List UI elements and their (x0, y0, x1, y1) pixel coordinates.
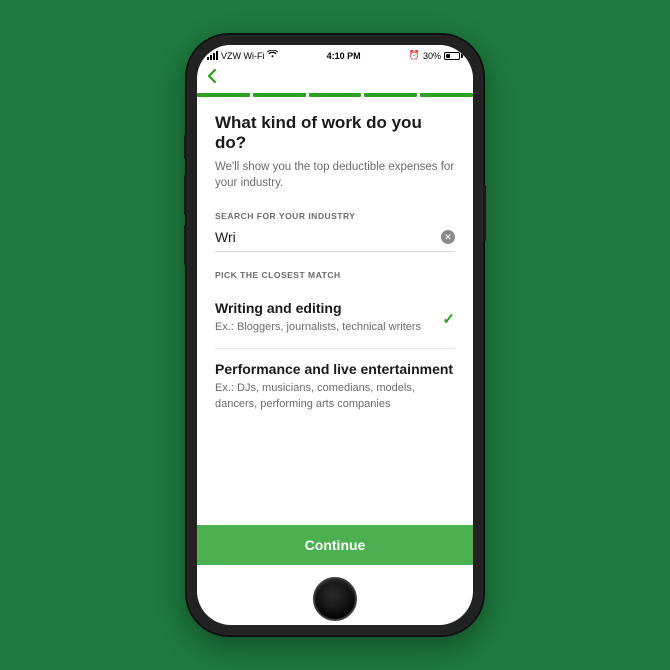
home-area (197, 565, 473, 625)
option-subtitle: Ex.: Bloggers, journalists, technical wr… (215, 320, 434, 336)
clock: 4:10 PM (327, 51, 361, 61)
carrier-label: VZW Wi-Fi (221, 51, 264, 61)
screen: VZW Wi-Fi 4:10 PM ⏰ 30% (197, 45, 473, 625)
search-input[interactable] (215, 229, 441, 245)
volume-up (184, 175, 187, 215)
wifi-icon (267, 50, 278, 61)
checkmark-icon: ✓ (434, 300, 455, 328)
option-writing-editing[interactable]: Writing and editing Ex.: Bloggers, journ… (215, 288, 455, 349)
option-subtitle: Ex.: DJs, musicians, comedians, models, … (215, 381, 455, 413)
continue-label: Continue (305, 537, 366, 553)
results-label: PICK THE CLOSEST MATCH (215, 270, 455, 280)
status-left: VZW Wi-Fi (207, 50, 278, 61)
search-label: SEARCH FOR YOUR INDUSTRY (215, 211, 455, 221)
search-row: ✕ (215, 229, 455, 252)
signal-bars-icon (207, 51, 218, 60)
home-button[interactable] (313, 577, 357, 621)
phone-frame: VZW Wi-Fi 4:10 PM ⏰ 30% (187, 35, 483, 635)
power-button (483, 185, 486, 241)
option-performance[interactable]: Performance and live entertainment Ex.: … (215, 349, 455, 425)
continue-button[interactable]: Continue (197, 525, 473, 565)
content: What kind of work do you do? We'll show … (197, 97, 473, 525)
back-button[interactable] (205, 68, 219, 88)
nav-bar (197, 63, 473, 93)
option-title: Writing and editing (215, 300, 434, 316)
battery-percent: 30% (423, 51, 441, 61)
page-title: What kind of work do you do? (215, 113, 455, 153)
clear-icon[interactable]: ✕ (441, 230, 455, 244)
battery-icon (444, 52, 463, 60)
page-subtitle: We'll show you the top deductible expens… (215, 159, 455, 191)
volume-down (184, 225, 187, 265)
status-right: ⏰ 30% (409, 50, 463, 61)
status-bar: VZW Wi-Fi 4:10 PM ⏰ 30% (197, 45, 473, 63)
option-title: Performance and live entertainment (215, 361, 455, 377)
mute-switch (184, 135, 187, 159)
alarm-icon: ⏰ (409, 50, 420, 61)
